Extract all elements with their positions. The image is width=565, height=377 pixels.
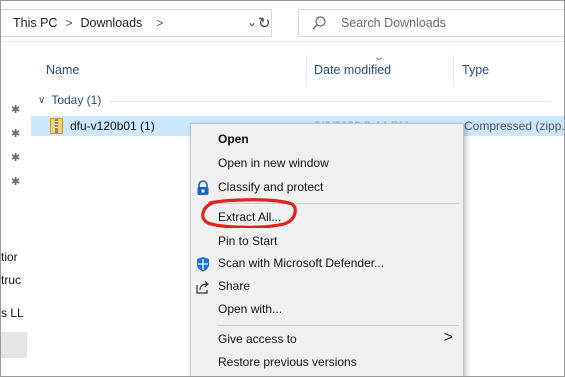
share-icon <box>196 281 209 294</box>
group-divider <box>109 101 549 102</box>
menu-item-scan-with-defender[interactable]: Scan with Microsoft Defender... <box>191 253 463 275</box>
menu-item-open[interactable]: Open <box>191 129 463 151</box>
menu-item-label: Share <box>218 279 251 293</box>
breadcrumb-downloads[interactable]: Downloads <box>72 16 142 30</box>
menu-item-label: Scan with Microsoft Defender... <box>218 256 385 270</box>
search-input[interactable]: Search Downloads <box>341 16 446 30</box>
search-box[interactable]: Search Downloads <box>298 9 564 37</box>
breadcrumb-separator[interactable]: > <box>142 16 163 30</box>
column-header-date[interactable]: Date modified <box>314 63 391 77</box>
column-divider[interactable] <box>453 55 454 85</box>
file-type: Compressed (zipp... <box>464 119 565 133</box>
pin-icon: ✱ <box>11 176 21 188</box>
menu-separator <box>217 325 459 326</box>
menu-item-restore-previous-versions[interactable]: Restore previous versions <box>191 352 463 374</box>
pin-icon: ✱ <box>11 128 21 140</box>
menu-item-open-with[interactable]: Open with... <box>191 299 463 321</box>
group-label: Today (1) <box>51 93 102 107</box>
search-icon <box>312 16 326 30</box>
menu-item-label: Open <box>218 132 249 146</box>
defender-icon <box>197 257 209 272</box>
pin-icon: ✱ <box>11 104 21 116</box>
menu-item-label: Open in new window <box>218 156 329 170</box>
pin-icon: ✱ <box>11 152 21 164</box>
lock-shield-icon <box>197 180 209 195</box>
column-header-type[interactable]: Type <box>462 63 489 77</box>
breadcrumb-this-pc[interactable]: This PC <box>1 16 57 30</box>
annotation-circle <box>201 198 297 228</box>
address-bar-row: This PC > Downloads > ⌄ ↻ Search Downloa… <box>1 1 564 42</box>
menu-item-give-access-to[interactable]: Give access to > <box>191 329 463 351</box>
submenu-arrow-icon: > <box>443 329 453 346</box>
breadcrumb[interactable]: This PC > Downloads > ⌄ <box>1 9 272 37</box>
menu-item-open-in-new-window[interactable]: Open in new window <box>191 153 463 175</box>
file-name[interactable]: dfu-v120b01 (1) <box>70 119 155 133</box>
nav-item-selected[interactable] <box>1 332 27 358</box>
context-menu: Open Open in new window Classify and pro… <box>190 123 464 376</box>
refresh-icon[interactable]: ↻ <box>258 14 271 32</box>
zip-folder-icon <box>50 118 63 134</box>
column-header-name[interactable]: Name <box>46 63 79 77</box>
nav-item[interactable]: truc <box>1 273 21 287</box>
chevron-down-icon: ∨ <box>38 94 46 106</box>
column-divider[interactable] <box>306 55 307 85</box>
menu-item-label: Give access to <box>218 332 297 346</box>
explorer-window: This PC > Downloads > ⌄ ↻ Search Downloa… <box>0 0 565 377</box>
menu-item-pin-to-start[interactable]: Pin to Start <box>191 231 463 253</box>
sort-descending-icon: ⌄ <box>373 52 386 63</box>
breadcrumb-separator: > <box>65 16 73 30</box>
address-dropdown-icon[interactable]: ⌄ <box>247 15 257 29</box>
menu-item-share[interactable]: Share <box>191 276 463 298</box>
menu-item-label: Restore previous versions <box>218 355 357 369</box>
menu-item-classify-and-protect[interactable]: Classify and protect <box>191 177 463 199</box>
menu-item-label: Open with... <box>218 302 283 316</box>
group-header-today[interactable]: ∨ Today (1) <box>38 93 101 107</box>
nav-item[interactable]: s LL <box>1 306 24 320</box>
nav-item[interactable]: tior <box>1 250 18 264</box>
menu-item-label: Classify and protect <box>218 180 324 194</box>
menu-item-label: Pin to Start <box>218 234 278 248</box>
